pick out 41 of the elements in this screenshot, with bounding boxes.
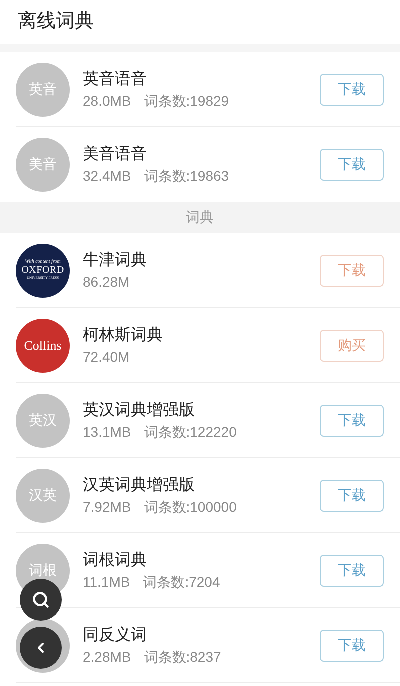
entry-count: 词条数:19829 [144,92,230,110]
download-button[interactable]: 下载 [320,404,384,436]
logo-wordmark: Collins [24,336,62,355]
entry-count: 词条数:7204 [143,572,220,592]
page-title: 离线词典 [18,10,94,34]
file-size: 13.1MB [83,422,132,442]
dictionary-name: 英音语音 [83,70,148,90]
dictionary-name: 牛津词典 [83,250,148,270]
avatar-label: 英汉 [29,411,57,430]
dictionary-name: 英汉词典增强版 [83,400,196,420]
avatar-label: 汉英 [29,486,57,505]
file-size: 7.92MB [83,498,132,516]
dictionary-name: 汉英词典增强版 [83,476,196,496]
entry-count: 词条数:122220 [144,422,237,442]
download-button[interactable]: 下载 [320,148,384,180]
avatar-label: 美音 [29,155,57,174]
file-size: 32.4MB [83,166,132,186]
entry-count: 词条数:8237 [144,648,222,666]
file-size: 28.0MB [83,92,132,110]
section-header: 词典 [0,202,400,233]
download-button[interactable]: 下载 [320,554,384,586]
file-size: 72.40M [83,348,130,366]
download-button[interactable]: 下载 [320,480,384,512]
download-button[interactable]: 下载 [320,630,384,662]
avatar-label: 词根 [29,561,57,580]
file-size: 86.28M [83,272,130,292]
purchase-button[interactable]: 购买 [320,330,384,362]
download-button[interactable]: 下载 [320,74,384,106]
entry-count: 词条数:100000 [144,498,237,516]
entry-count: 词条数:19863 [144,166,230,186]
search-button[interactable] [20,579,62,621]
dictionary-name: 柯林斯词典 [83,326,164,346]
dictionary-name: 词根词典 [83,550,148,570]
purchase-button[interactable]: 下载 [320,254,384,286]
file-size: 2.28MB [83,648,132,666]
file-size: 11.1MB [83,572,130,592]
search-icon [32,591,50,609]
avatar-label: 英音 [29,80,57,99]
dictionary-name: 美音语音 [83,144,148,164]
logo-wordmark: OXFORD [22,266,64,276]
dictionary-name: 同反义词 [83,626,148,646]
